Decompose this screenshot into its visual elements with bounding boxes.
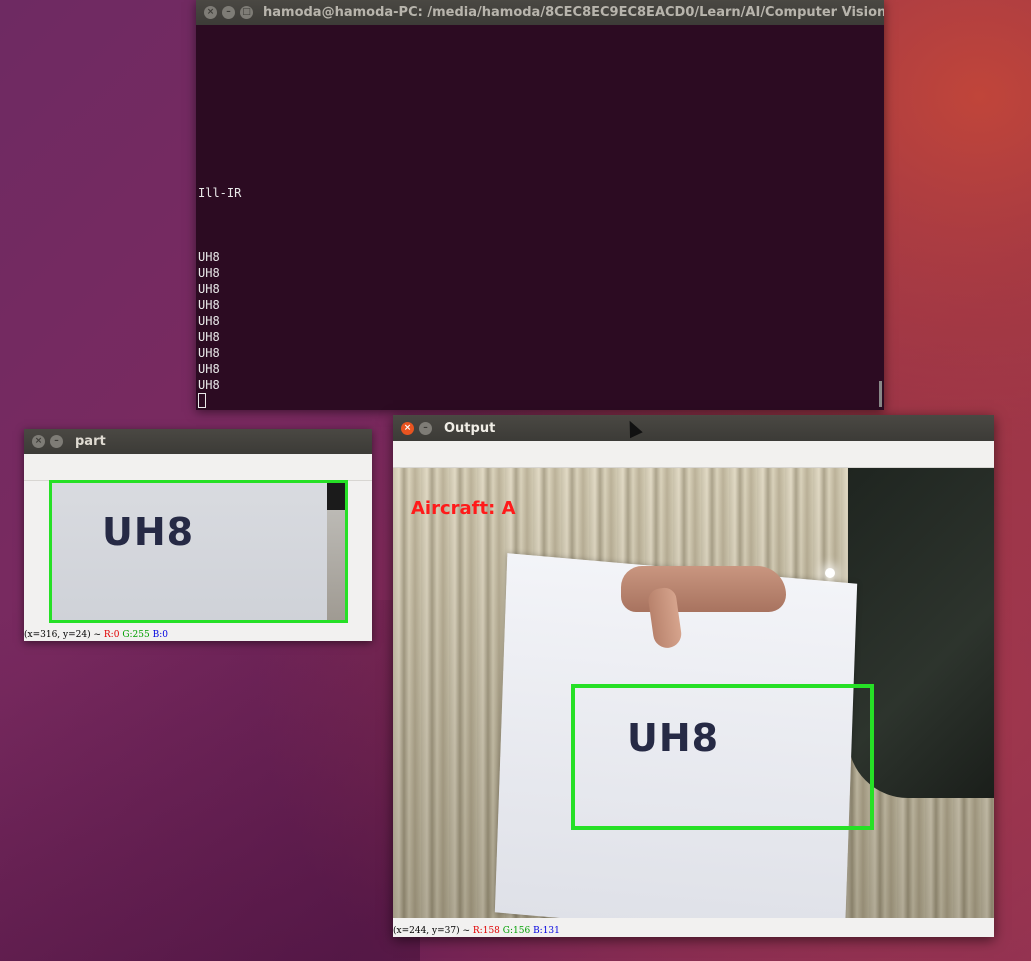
- close-icon[interactable]: ×: [401, 421, 414, 435]
- terminal-line: Ill-IR: [198, 186, 242, 200]
- terminal-line: UH8: [198, 378, 220, 392]
- terminal-line: UH8: [198, 250, 220, 264]
- aircraft-label: Aircraft: A: [411, 498, 516, 519]
- status-red: R:158: [472, 926, 500, 936]
- terminal-line: UH8: [198, 362, 220, 376]
- terminal-scrollbar[interactable]: [879, 381, 882, 407]
- camera-frame: UH8 Aircraft: A: [393, 468, 994, 918]
- terminal-line: UH8: [198, 314, 220, 328]
- terminal-title: hamoda@hamoda-PC: /media/hamoda/8CEC8EC9…: [263, 5, 884, 20]
- status-coords: (x=316, y=24) ~: [24, 630, 102, 640]
- part-toolbar: [24, 454, 372, 481]
- terminal-line: UH8: [198, 266, 220, 280]
- status-blue: B:131: [533, 926, 560, 936]
- part-titlebar[interactable]: × – part: [24, 429, 372, 454]
- detection-box: [571, 684, 874, 830]
- status-green: G:156: [502, 926, 531, 936]
- detection-box: [49, 480, 348, 623]
- status-green: G:255: [122, 630, 150, 640]
- minimize-icon[interactable]: –: [50, 435, 63, 448]
- terminal-output[interactable]: Ill-IR UH8 UH8 UH8 UH8 UH8 UH8 UH8 UH8 U…: [196, 25, 884, 410]
- output-window-title: Output: [444, 420, 496, 436]
- terminal-line: UH8: [198, 282, 220, 296]
- terminal-titlebar[interactable]: × – □ hamoda@hamoda-PC: /media/hamoda/8C…: [196, 0, 884, 25]
- output-titlebar[interactable]: × – Output: [393, 415, 994, 441]
- minimize-icon[interactable]: –: [222, 6, 235, 19]
- part-window-title: part: [75, 434, 106, 449]
- part-window[interactable]: × – part UH8 (x=316, y=24) ~ R:0 G:255 B…: [24, 429, 372, 641]
- terminal-window[interactable]: × – □ hamoda@hamoda-PC: /media/hamoda/8C…: [196, 0, 884, 410]
- maximize-icon[interactable]: □: [240, 6, 253, 19]
- status-coords: (x=244, y=37) ~: [393, 926, 471, 936]
- output-window[interactable]: × – Output UH8 Aircraft: A (x=244, y=37)…: [393, 415, 994, 937]
- status-red: R:0: [103, 630, 120, 640]
- output-status-bar: (x=244, y=37) ~ R:158 G:156 B:131: [393, 925, 560, 937]
- output-toolbar: [393, 441, 994, 468]
- terminal-cursor: [198, 393, 206, 408]
- light-reflection: [825, 568, 835, 578]
- terminal-line: UH8: [198, 346, 220, 360]
- minimize-icon[interactable]: –: [419, 421, 432, 435]
- close-icon[interactable]: ×: [204, 6, 217, 19]
- terminal-line: UH8: [198, 330, 220, 344]
- status-blue: B:0: [152, 630, 168, 640]
- part-status-bar: (x=316, y=24) ~ R:0 G:255 B:0: [24, 629, 168, 641]
- close-icon[interactable]: ×: [32, 435, 45, 448]
- hand: [621, 566, 786, 612]
- terminal-line: UH8: [198, 298, 220, 312]
- desktop-background: [0, 600, 420, 961]
